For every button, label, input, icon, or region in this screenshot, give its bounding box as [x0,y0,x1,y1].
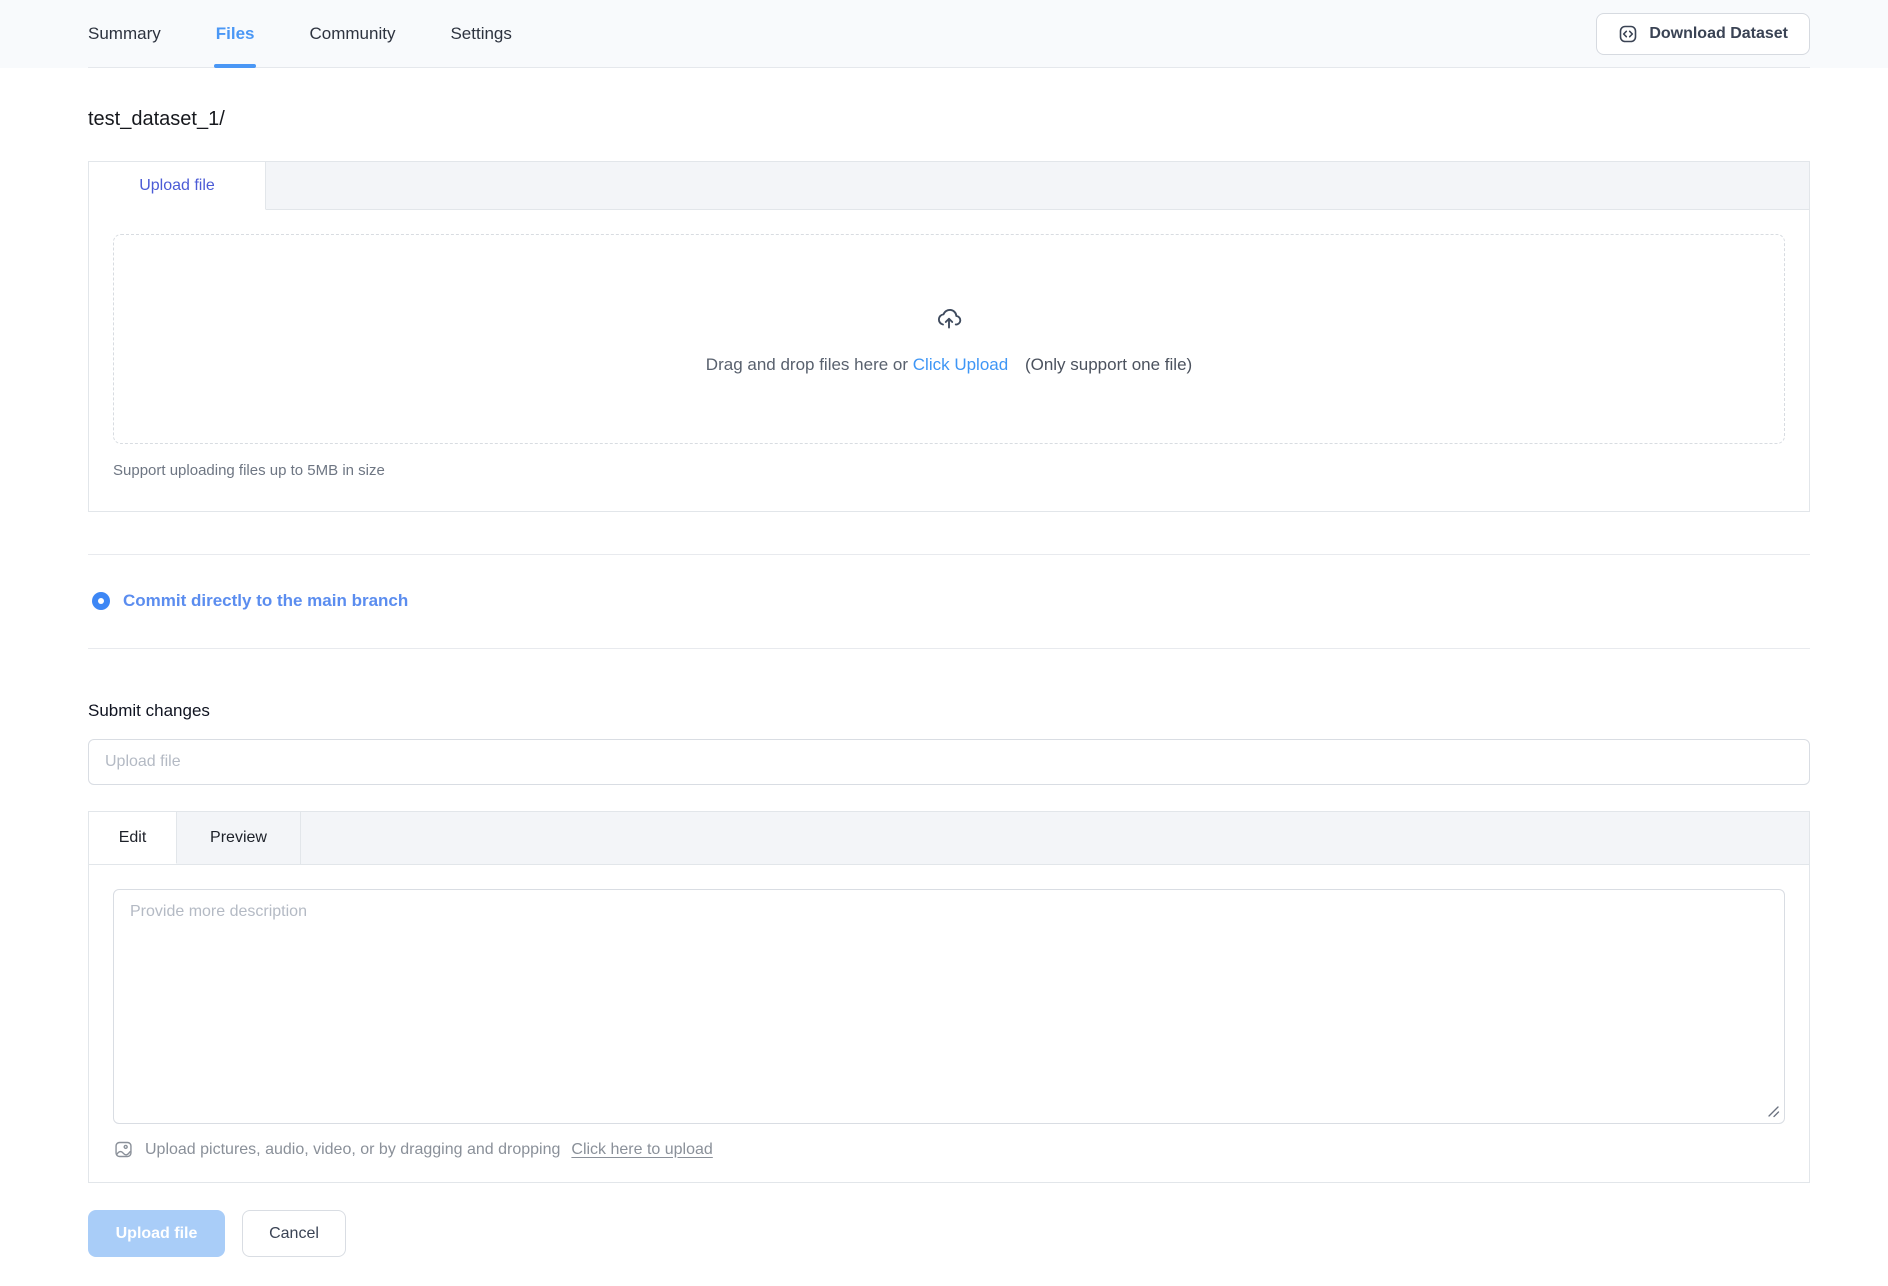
editor-body: Upload pictures, audio, video, or by dra… [89,865,1809,1160]
page-title: test_dataset_1/ [88,108,1810,131]
tab-edit[interactable]: Edit [89,812,177,864]
tab-preview-label: Preview [210,829,267,847]
commit-main-branch-label: Commit directly to the main branch [123,591,408,611]
click-upload-link[interactable]: Click Upload [913,355,1008,374]
description-textarea[interactable] [113,889,1785,1124]
commit-main-branch-option[interactable]: Commit directly to the main branch [88,555,1810,648]
form-actions: Upload file Cancel [88,1210,1810,1257]
radio-checked-icon[interactable] [92,592,110,610]
attachment-helper-text: Upload pictures, audio, video, or by dra… [145,1141,560,1159]
tab-preview[interactable]: Preview [177,812,301,864]
dropzone-note: (Only support one file) [1025,355,1192,374]
file-dropzone[interactable]: Drag and drop files here or Click Upload… [113,234,1785,444]
editor-tabbar: Edit Preview [89,812,1809,865]
main-content: test_dataset_1/ Upload file Drag and dro… [0,108,1888,1257]
nav-tab-label: Summary [88,24,161,44]
upload-size-note: Support uploading files up to 5MB in siz… [113,462,1785,479]
upload-file-panel: Upload file Drag and drop files here or … [88,161,1810,512]
section-divider [88,648,1810,649]
cancel-button[interactable]: Cancel [242,1210,346,1257]
download-dataset-label: Download Dataset [1649,25,1788,43]
cloud-upload-icon [934,303,964,333]
picture-icon [113,1139,134,1160]
upload-panel-tabbar: Upload file [89,162,1809,210]
tab-upload-file-label: Upload file [139,177,215,195]
nav-tab-label: Community [309,24,395,44]
nav-tab-files[interactable]: Files [216,0,255,68]
dropzone-text-main: Drag and drop files here or [706,355,908,374]
commit-message-input[interactable] [88,739,1810,785]
nav-tab-summary[interactable]: Summary [88,0,161,68]
attachment-helper-row: Upload pictures, audio, video, or by dra… [113,1139,1785,1160]
upload-panel-body: Drag and drop files here or Click Upload… [89,210,1809,479]
submit-changes-heading: Submit changes [88,701,1810,721]
nav-tab-label: Files [216,24,255,44]
nav-tab-community[interactable]: Community [309,0,395,68]
tab-upload-file[interactable]: Upload file [89,162,266,210]
download-dataset-button[interactable]: Download Dataset [1596,13,1810,55]
code-brackets-icon [1618,24,1638,44]
repo-nav-tabs: Summary Files Community Settings [88,0,512,68]
tab-edit-label: Edit [119,829,147,847]
description-editor-panel: Edit Preview [88,811,1810,1183]
nav-tab-settings[interactable]: Settings [450,0,511,68]
nav-tab-label: Settings [450,24,511,44]
top-header: Summary Files Community Settings Downloa… [0,0,1888,68]
dropzone-text: Drag and drop files here or Click Upload… [706,355,1192,375]
upload-file-button[interactable]: Upload file [88,1210,225,1257]
click-here-to-upload-link[interactable]: Click here to upload [571,1141,712,1159]
